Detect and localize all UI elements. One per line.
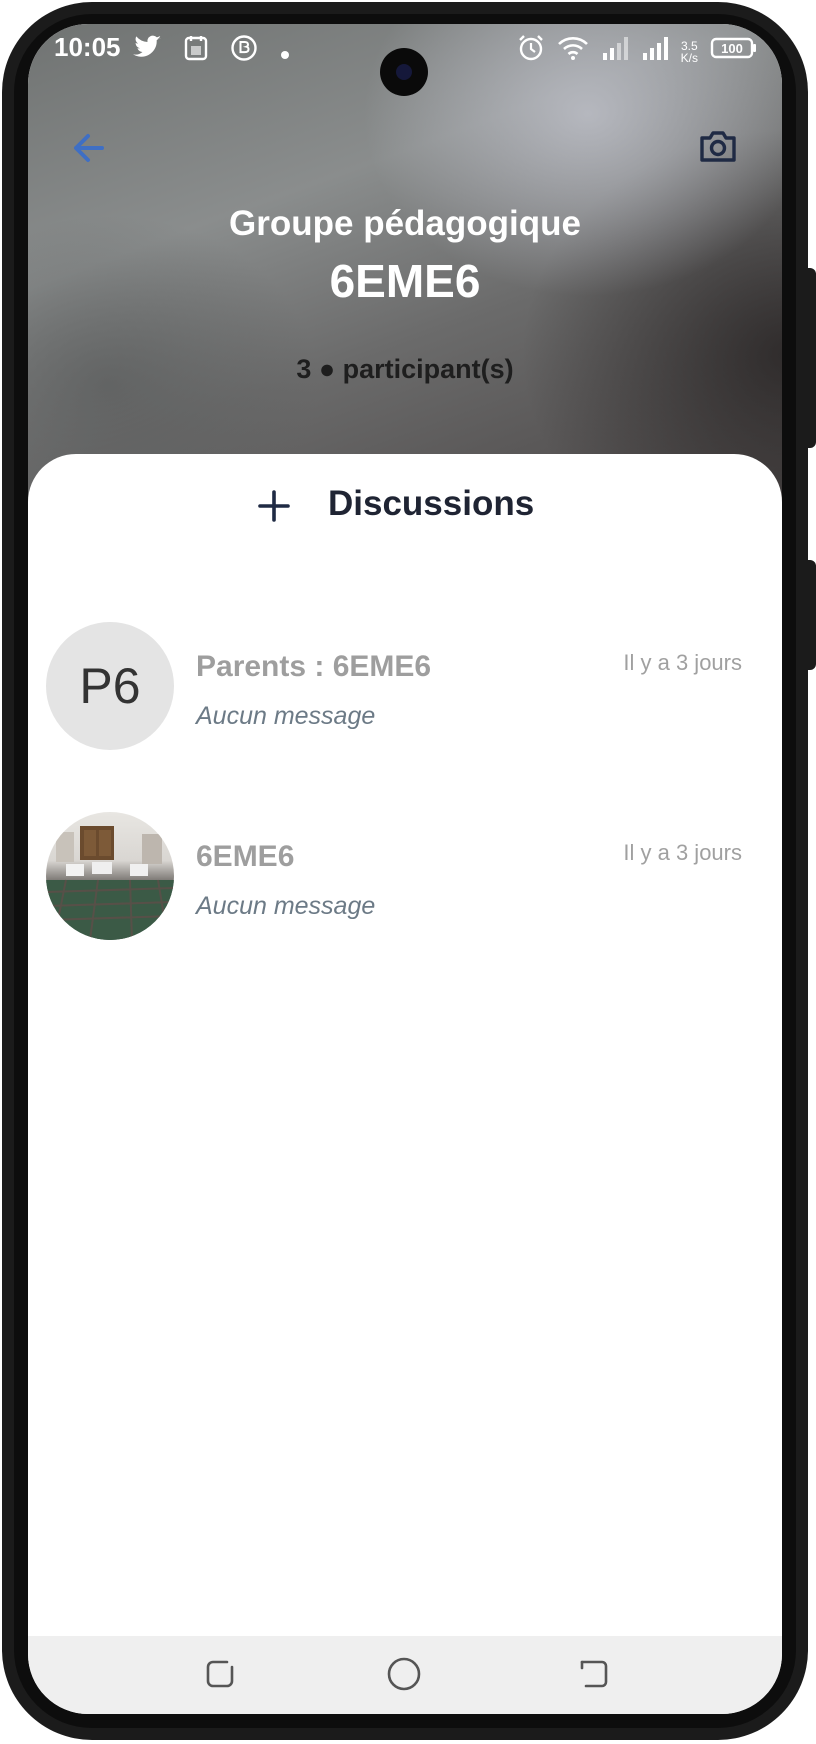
volume-button: [806, 268, 816, 448]
camera-icon: [700, 131, 736, 162]
discussion-time: Il y a 3 jours: [623, 840, 742, 865]
status-right-icons: 3.5 K/s 100: [517, 34, 758, 69]
dot-icon: [280, 36, 290, 67]
navigation-bar: [28, 1636, 782, 1714]
back-button[interactable]: [64, 124, 112, 172]
speed-icon: 3.5 K/s: [681, 40, 698, 64]
participants-count[interactable]: 3 ● participant(s): [28, 354, 782, 385]
discussion-name: 6EME6: [196, 840, 295, 873]
recent-apps-icon: [206, 1660, 234, 1688]
avatar: [46, 812, 174, 940]
classroom-photo: [46, 826, 174, 940]
change-photo-button[interactable]: [694, 122, 742, 170]
speed-value: 3.5: [680, 38, 698, 53]
status-bar: 10:05 3.5 K/s 100: [28, 24, 782, 96]
calendar-icon: [184, 35, 208, 68]
home-icon: [387, 1657, 421, 1691]
discussion-item[interactable]: P6 Parents : 6EME6 Aucun message Il y a …: [28, 622, 782, 752]
discussion-name: Parents : 6EME6: [196, 650, 432, 683]
speed-unit: K/s: [680, 50, 698, 65]
business-chat-icon: [230, 34, 258, 69]
discussion-last-message: Aucun message: [196, 702, 376, 730]
plus-icon: [258, 490, 290, 522]
status-time: 10:05: [54, 32, 121, 62]
discussions-panel: Discussions P6 Parents : 6EME6 Aucun mes…: [28, 454, 782, 1634]
discussion-item[interactable]: 6EME6 Aucun message Il y a 3 jours: [28, 812, 782, 942]
alarm-icon: [517, 34, 545, 69]
twitter-icon: [132, 35, 162, 68]
discussion-last-message: Aucun message: [196, 892, 376, 920]
screen: 10:05 3.5 K/s 100 Groupe pédagogique 6EM…: [28, 24, 782, 1714]
home-button[interactable]: [384, 1654, 424, 1694]
group-name: 6EME6: [329, 255, 481, 307]
group-type-title: Groupe pédagogique: [229, 204, 581, 243]
power-button: [806, 560, 816, 670]
battery-icon: 100: [710, 36, 758, 67]
add-discussion-button[interactable]: [250, 482, 298, 530]
avatar: P6: [46, 622, 174, 750]
phone-mockup: 10:05 3.5 K/s 100 Groupe pédagogique 6EM…: [0, 0, 816, 1744]
wifi-icon: [557, 35, 589, 68]
discussions-title: Discussions: [328, 484, 535, 523]
battery-level: 100: [721, 41, 743, 56]
discussion-time: Il y a 3 jours: [623, 650, 742, 675]
front-camera: [380, 48, 428, 96]
signal-icon: [601, 35, 629, 68]
arrow-left-icon: [74, 134, 104, 162]
status-left-icons: [132, 34, 290, 69]
back-nav-button[interactable]: [574, 1654, 614, 1694]
recent-apps-button[interactable]: [200, 1654, 240, 1694]
back-icon: [580, 1660, 608, 1688]
signal-icon: [641, 35, 669, 68]
